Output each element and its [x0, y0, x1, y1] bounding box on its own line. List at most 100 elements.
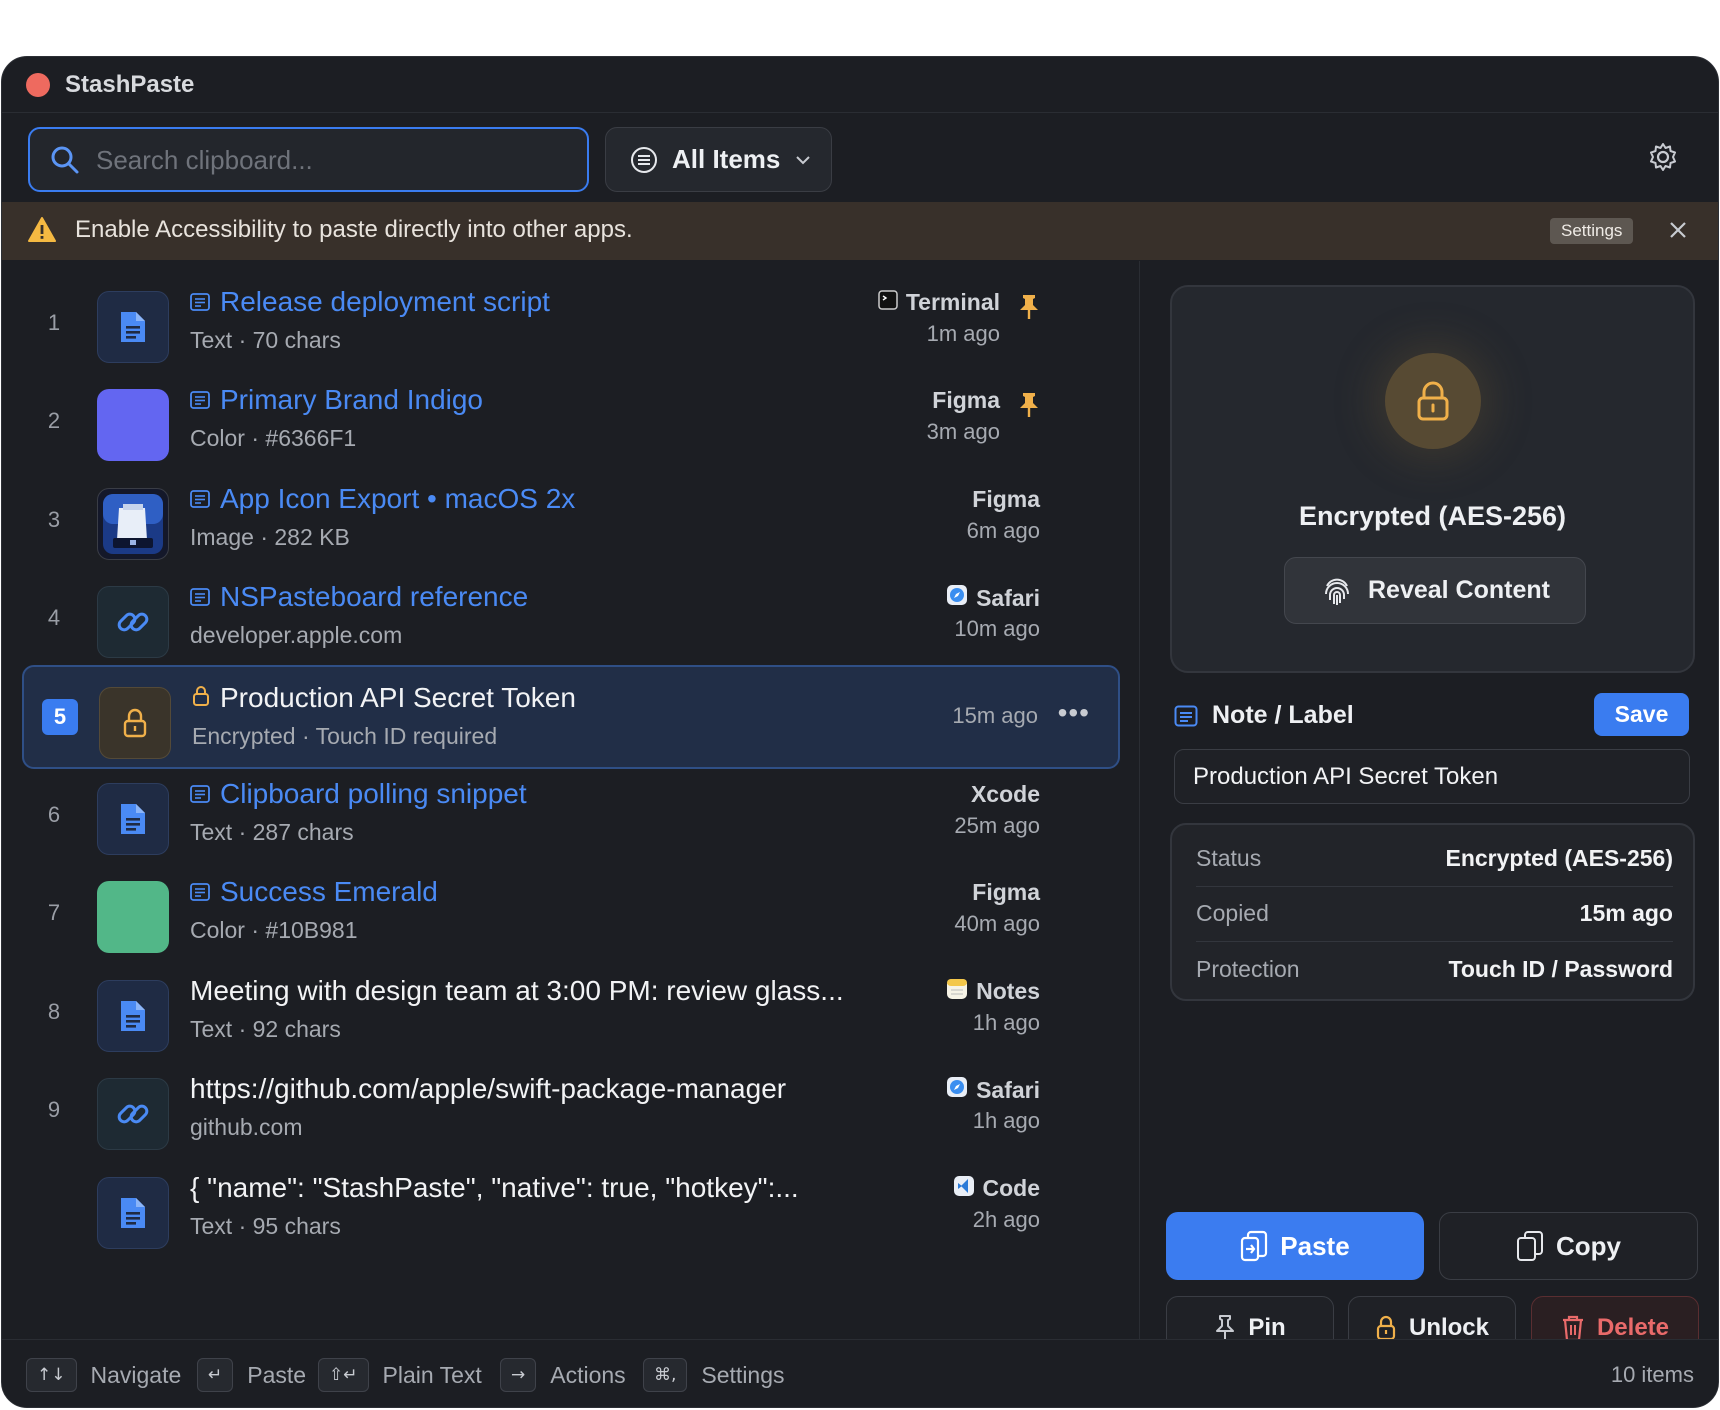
key-cap: ⌘,	[643, 1358, 688, 1392]
clipboard-item-row[interactable]: 7 Success Emerald Color · #10B981 Figma 40m …	[22, 861, 1120, 965]
clipboard-item-row[interactable]: 6 Clipboard polling snippet Text · 287 cha…	[22, 763, 1120, 867]
item-subtitle: Image · 282 KB	[190, 523, 350, 550]
item-title: Meeting with design team at 3:00 PM: rev…	[190, 975, 844, 1007]
note-field[interactable]: Production API Secret Token	[1174, 749, 1690, 804]
save-button[interactable]: Save	[1594, 693, 1689, 736]
item-timestamp: 1h ago	[972, 1009, 1040, 1035]
search-input[interactable]	[96, 139, 566, 181]
item-timestamp: 6m ago	[966, 517, 1040, 543]
item-source-label: Figma	[972, 879, 1040, 906]
filter-label: All Items	[672, 144, 781, 174]
item-title-text: Primary Brand Indigo	[220, 384, 484, 416]
pane-divider	[1139, 261, 1140, 1339]
item-title: Release deployment script	[190, 286, 550, 318]
item-source-label: Figma	[972, 485, 1040, 512]
item-title-text: App Icon Export • macOS 2x	[220, 482, 576, 514]
item-index: 3	[47, 506, 61, 532]
shortcut-hint: ⇧↵ Plain Text	[318, 1358, 482, 1392]
shortcut-hint: ↵ Paste	[197, 1358, 306, 1392]
key-cap: →	[500, 1358, 537, 1392]
note-heading: Note / Label	[1174, 701, 1354, 730]
close-icon[interactable]	[1668, 220, 1688, 240]
item-source-label: Xcode	[970, 781, 1040, 807]
item-index	[34, 1157, 74, 1261]
item-timestamp: 10m ago	[954, 616, 1040, 642]
item-source-app: Xcode	[971, 781, 1040, 808]
color-swatch	[97, 881, 169, 954]
key-cap: ⇧↵	[318, 1358, 369, 1392]
encryption-label: Encrypted (AES-256)	[1298, 501, 1567, 531]
banner-settings-button[interactable]: Settings	[1550, 218, 1634, 244]
item-source-app: Notes	[946, 978, 1040, 1006]
clipboard-item-row[interactable]: 2 Primary Brand Indigo Color · #6366F1 Figm…	[22, 369, 1120, 473]
shortcut-hint: ↑↓ Navigate	[26, 1358, 181, 1392]
copy-button[interactable]: Copy	[1439, 1212, 1698, 1280]
item-source-app: Terminal	[878, 289, 1000, 316]
note-icon	[190, 286, 210, 318]
lock-icon	[192, 682, 210, 714]
item-count: 10 items	[1610, 1362, 1694, 1387]
reveal-content-button[interactable]: Reveal Content	[1284, 557, 1586, 624]
note-icon	[190, 876, 210, 908]
search-field[interactable]	[28, 127, 589, 192]
clipboard-item-row[interactable]: 8 Meeting with design team at 3:00 PM: re…	[22, 960, 1120, 1064]
item-title: https://github.com/apple/swift-package-m…	[190, 1073, 786, 1105]
item-source-label: Terminal	[905, 289, 1000, 315]
lock-icon	[1376, 1315, 1396, 1341]
clipboard-item-row[interactable]: 4 NSPasteboard reference developer.apple.c…	[22, 566, 1120, 670]
item-subtitle: Color · #6366F1	[190, 425, 357, 452]
note-icon	[190, 581, 210, 613]
item-source-label: Code	[982, 1175, 1041, 1202]
metadata-key: Status	[1196, 845, 1262, 871]
item-index: 6	[47, 802, 61, 827]
item-index: 9	[47, 1097, 61, 1123]
item-title: Primary Brand Indigo	[190, 384, 483, 416]
note-icon	[190, 483, 210, 515]
safari-app-icon	[946, 1076, 968, 1104]
item-index: 5	[42, 698, 78, 735]
unlock-label: Unlock	[1408, 1314, 1489, 1341]
item-timestamp: 2h ago	[972, 1206, 1040, 1232]
item-title: App Icon Export • macOS 2x	[190, 483, 575, 515]
item-timestamp: 15m ago	[952, 702, 1038, 728]
clipboard-item-row[interactable]: { "name": "StashPaste", "native": true, …	[22, 1157, 1120, 1261]
paste-button[interactable]: Paste	[1166, 1212, 1424, 1280]
shortcut-label: Navigate	[90, 1361, 182, 1388]
item-subtitle: Text · 70 chars	[190, 327, 341, 353]
note-icon	[1174, 705, 1198, 726]
pin-icon[interactable]	[1018, 391, 1040, 424]
metadata-row: Copied 15m ago	[1196, 886, 1673, 942]
item-source-app: Code	[953, 1175, 1041, 1203]
more-options-button[interactable]: •••	[1058, 697, 1090, 729]
item-index: 8	[47, 998, 61, 1024]
note-icon	[190, 778, 210, 810]
item-timestamp: 3m ago	[926, 419, 1000, 445]
item-title-text: Success Emerald	[220, 876, 438, 908]
key-cap: ↵	[197, 1358, 234, 1392]
delete-label: Delete	[1596, 1314, 1670, 1341]
item-index: 4	[47, 605, 61, 631]
list-filter-icon	[631, 146, 657, 173]
item-title-text: Meeting with design team at 3:00 PM: rev…	[190, 974, 844, 1006]
item-source-label: Figma	[932, 387, 1000, 414]
pin-icon[interactable]	[1018, 293, 1040, 326]
item-title-text: Production API Secret Token	[220, 681, 576, 713]
filter-dropdown[interactable]: All Items	[605, 127, 832, 192]
item-title: Production API Secret Token	[192, 682, 576, 714]
close-window-button[interactable]	[26, 73, 50, 97]
clipboard-item-row[interactable]: 5 Production API Secret Token Encrypted · …	[22, 664, 1120, 769]
notes-app-icon	[946, 978, 968, 1006]
gear-icon[interactable]	[1647, 141, 1679, 173]
chevron-down-icon	[796, 155, 811, 164]
item-subtitle: Text · 287 chars	[190, 819, 354, 845]
lock-icon	[1417, 381, 1449, 421]
clipboard-item-row[interactable]: 9 https://github.com/apple/swift-package-…	[22, 1058, 1120, 1162]
clipboard-item-row[interactable]: 3 App Icon Export • macOS 2x Image · 282 K…	[22, 468, 1120, 572]
code-app-icon	[953, 1175, 975, 1203]
item-title: Success Emerald	[190, 876, 438, 908]
clipboard-item-row[interactable]: 1 Release deployment script Text · 70 char…	[22, 271, 1120, 375]
pin-label: Pin	[1248, 1314, 1286, 1341]
item-subtitle: Text · 95 chars	[190, 1212, 341, 1239]
document-icon	[97, 783, 169, 855]
item-title: Clipboard polling snippet	[190, 778, 527, 810]
